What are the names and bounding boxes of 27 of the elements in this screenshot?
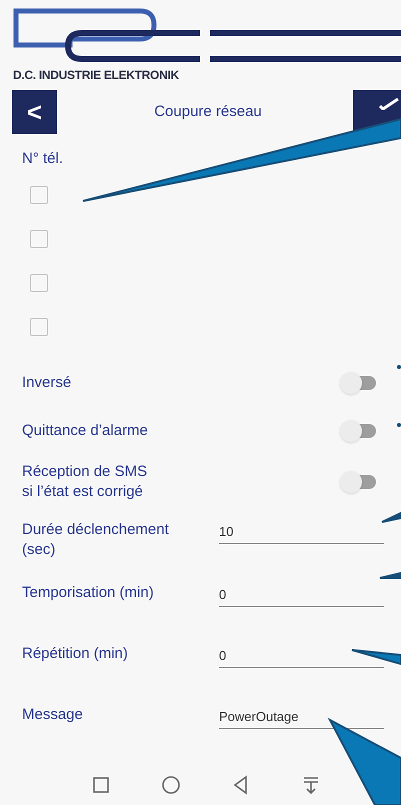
checkmark-icon bbox=[379, 98, 399, 110]
field-label: Temporisation (min) bbox=[22, 582, 155, 602]
screen-title: Coupure réseau bbox=[153, 102, 263, 122]
back-button[interactable]: < bbox=[12, 90, 57, 134]
switch-label: Inversé bbox=[22, 372, 72, 392]
checkbox[interactable] bbox=[30, 230, 48, 248]
logo-icon bbox=[12, 8, 401, 64]
input-field[interactable]: 10 bbox=[219, 520, 384, 544]
checkbox[interactable] bbox=[30, 274, 48, 292]
toggle-switch[interactable] bbox=[340, 372, 378, 394]
callout-pointer bbox=[351, 649, 401, 666]
callout-pointer bbox=[379, 572, 401, 579]
phone-label: N° tél. bbox=[21, 149, 64, 169]
checkbox[interactable] bbox=[30, 186, 48, 204]
toggle-switch[interactable] bbox=[340, 420, 378, 442]
callout-pointer bbox=[397, 365, 401, 369]
toggle-switch[interactable] bbox=[340, 470, 378, 492]
field-label: Durée déclenchement (sec) bbox=[22, 520, 170, 560]
checkbox[interactable] bbox=[30, 318, 48, 336]
switch-label: Quittance d’alarme bbox=[22, 420, 148, 440]
field-label: Répétition (min) bbox=[22, 644, 129, 664]
switch-label: Réception de SMS si l’état est corrigé bbox=[22, 462, 148, 502]
field-label: Message bbox=[22, 704, 84, 724]
company-name: D.C. INDUSTRIE ELEKTRONIK bbox=[12, 67, 180, 84]
callout-pointer bbox=[381, 511, 401, 523]
callout-pointer bbox=[397, 423, 401, 427]
input-field[interactable]: 0 bbox=[219, 582, 384, 607]
